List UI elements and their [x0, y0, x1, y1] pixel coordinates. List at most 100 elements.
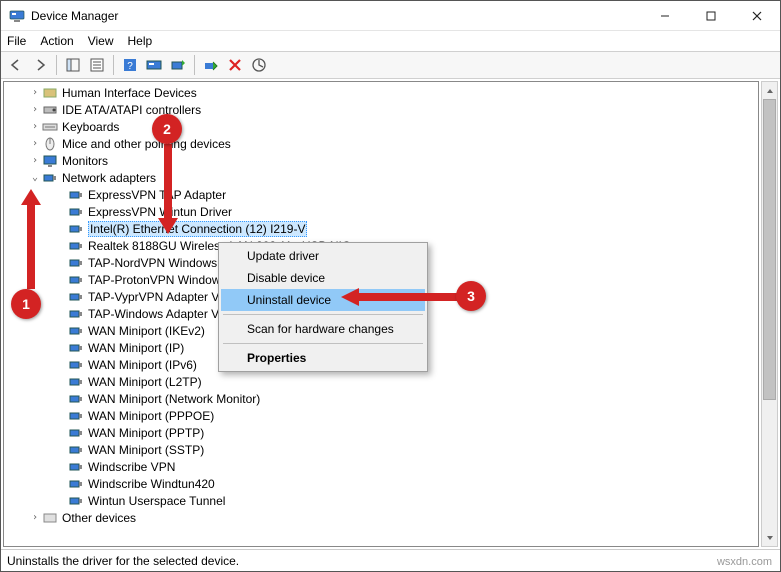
network-adapter-icon	[68, 408, 84, 424]
tree-category[interactable]: › IDE ATA/ATAPI controllers	[10, 101, 758, 118]
network-adapter-icon	[68, 272, 84, 288]
tree-device[interactable]: Wintun Userspace Tunnel	[10, 492, 758, 509]
expand-closed-icon[interactable]: ›	[28, 87, 42, 98]
tree-device-label: WAN Miniport (IP)	[88, 341, 184, 355]
tree-device[interactable]: WAN Miniport (SSTP)	[10, 441, 758, 458]
context-disable-device[interactable]: Disable device	[221, 267, 425, 289]
enable-device-button[interactable]	[200, 54, 222, 76]
tree-device-label: WAN Miniport (IKEv2)	[88, 324, 205, 338]
network-adapter-icon	[68, 221, 84, 237]
menu-help[interactable]: Help	[128, 34, 153, 48]
vertical-scrollbar[interactable]	[761, 81, 778, 547]
tree-device[interactable]: WAN Miniport (L2TP)	[10, 373, 758, 390]
update-driver-button[interactable]	[167, 54, 189, 76]
tree-category[interactable]: › Monitors	[10, 152, 758, 169]
tree-device-label: WAN Miniport (IPv6)	[88, 358, 197, 372]
scroll-up-button[interactable]	[762, 82, 777, 99]
tree-device[interactable]: WAN Miniport (PPPOE)	[10, 407, 758, 424]
context-properties[interactable]: Properties	[221, 347, 425, 369]
uninstall-device-button[interactable]	[224, 54, 246, 76]
network-adapter-icon	[68, 442, 84, 458]
svg-text:?: ?	[127, 61, 133, 72]
expand-closed-icon[interactable]: ›	[28, 155, 42, 166]
tree-device-label: TAP-VyprVPN Adapter V9	[88, 290, 226, 304]
expand-closed-icon[interactable]: ›	[28, 512, 42, 523]
annotation-arrow-2	[158, 144, 178, 234]
tree-category[interactable]: › Other devices	[10, 509, 758, 526]
network-adapter-icon	[68, 459, 84, 475]
menu-action[interactable]: Action	[40, 34, 73, 48]
tree-device-label: TAP-Windows Adapter V9	[88, 307, 226, 321]
network-adapter-icon	[68, 187, 84, 203]
mon-icon	[42, 153, 58, 169]
tree-device[interactable]: Intel(R) Ethernet Connection (12) I219-V	[10, 220, 758, 237]
disable-device-button[interactable]	[248, 54, 270, 76]
tree-device-label: WAN Miniport (Network Monitor)	[88, 392, 260, 406]
tree-category[interactable]: ›Keyboards	[10, 118, 758, 135]
net-icon	[42, 170, 58, 186]
scroll-thumb[interactable]	[763, 99, 776, 400]
expand-closed-icon[interactable]: ›	[28, 121, 42, 132]
tree-device[interactable]: ExpressVPN TAP Adapter	[10, 186, 758, 203]
menu-view[interactable]: View	[88, 34, 114, 48]
close-button[interactable]	[734, 1, 780, 30]
tree-device[interactable]: Windscribe Windtun420	[10, 475, 758, 492]
tree-device-label: Intel(R) Ethernet Connection (12) I219-V	[88, 221, 307, 237]
network-adapter-icon	[68, 493, 84, 509]
tree-device-label: WAN Miniport (L2TP)	[88, 375, 202, 389]
content-area: › Human Interface Devices › IDE ATA/ATAPI c…	[1, 79, 780, 549]
tree-category-label: IDE ATA/ATAPI controllers	[62, 103, 201, 117]
expand-open-icon[interactable]: ⌄	[28, 172, 42, 183]
network-adapter-icon	[68, 289, 84, 305]
tree-category-label: Monitors	[62, 154, 108, 168]
context-scan-hardware[interactable]: Scan for hardware changes	[221, 318, 425, 340]
network-adapter-icon	[68, 306, 84, 322]
toolbar-separator	[194, 55, 195, 75]
other-icon	[42, 510, 58, 526]
context-separator	[223, 314, 423, 315]
tree-device[interactable]: WAN Miniport (Network Monitor)	[10, 390, 758, 407]
tree-category[interactable]: ⌄Network adapters	[10, 169, 758, 186]
toolbar: ?	[1, 51, 780, 79]
network-adapter-icon	[68, 255, 84, 271]
tree-device-label: WAN Miniport (SSTP)	[88, 443, 204, 457]
annotation-badge-2: 2	[152, 114, 182, 144]
tree-category-label: Mice and other pointing devices	[62, 137, 231, 151]
maximize-button[interactable]	[688, 1, 734, 30]
tree-device[interactable]: WAN Miniport (PPTP)	[10, 424, 758, 441]
annotation-arrow-1	[21, 189, 41, 289]
scroll-down-button[interactable]	[762, 529, 777, 546]
context-update-driver[interactable]: Update driver	[221, 245, 425, 267]
network-adapter-icon	[68, 357, 84, 373]
expand-closed-icon[interactable]: ›	[28, 138, 42, 149]
show-hide-console-button[interactable]	[62, 54, 84, 76]
tree-device[interactable]: Windscribe VPN	[10, 458, 758, 475]
menu-bar: File Action View Help	[1, 31, 780, 51]
tree-device-label: WAN Miniport (PPPOE)	[88, 409, 214, 423]
device-tree-pane: › Human Interface Devices › IDE ATA/ATAPI c…	[3, 81, 759, 547]
tree-device-label: Windscribe VPN	[88, 460, 175, 474]
properties-button[interactable]	[86, 54, 108, 76]
forward-button[interactable]	[29, 54, 51, 76]
annotation-arrow-3	[341, 288, 461, 306]
minimize-button[interactable]	[642, 1, 688, 30]
network-adapter-icon	[68, 323, 84, 339]
watermark: wsxdn.com	[717, 556, 772, 568]
network-adapter-icon	[68, 425, 84, 441]
toolbar-separator	[113, 55, 114, 75]
context-menu: Update driver Disable device Uninstall d…	[218, 242, 428, 372]
tree-category[interactable]: › Human Interface Devices	[10, 84, 758, 101]
scan-hardware-button[interactable]	[143, 54, 165, 76]
scroll-track[interactable]	[762, 99, 777, 529]
tree-category[interactable]: › Mice and other pointing devices	[10, 135, 758, 152]
tree-device-label: WAN Miniport (PPTP)	[88, 426, 204, 440]
title-bar: Device Manager	[1, 1, 780, 31]
tree-category-label: Human Interface Devices	[62, 86, 197, 100]
expand-closed-icon[interactable]: ›	[28, 104, 42, 115]
help-button[interactable]: ?	[119, 54, 141, 76]
tree-device[interactable]: ExpressVPN Wintun Driver	[10, 203, 758, 220]
tree-category-label: Other devices	[62, 511, 136, 525]
network-adapter-icon	[68, 476, 84, 492]
menu-file[interactable]: File	[7, 34, 26, 48]
back-button[interactable]	[5, 54, 27, 76]
